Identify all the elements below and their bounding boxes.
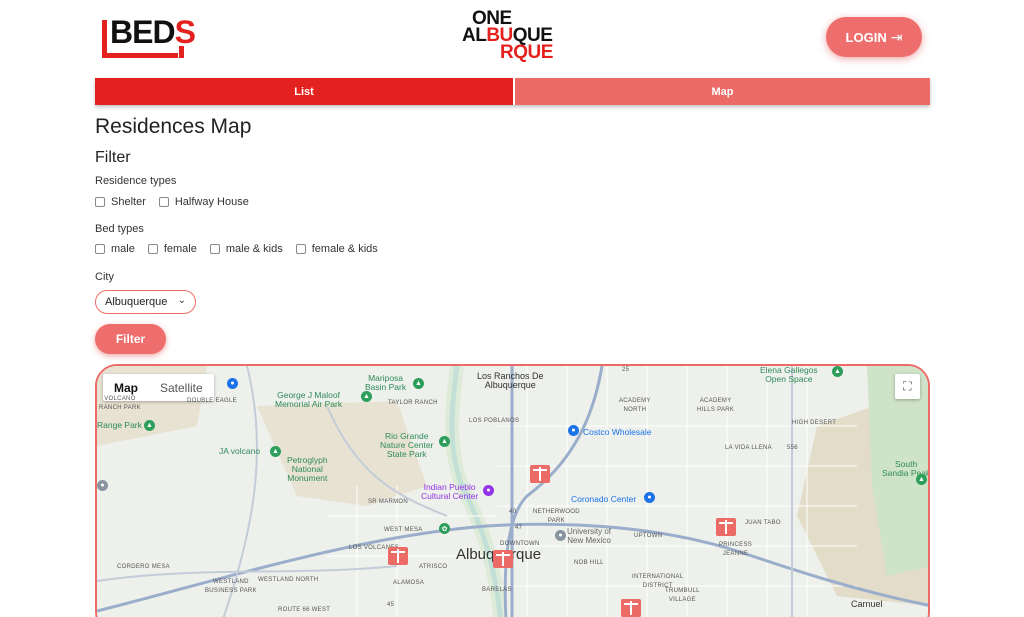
map-label-coronado: Coronado Center [571, 494, 637, 504]
residence-marker[interactable] [530, 465, 550, 483]
residence-marker[interactable] [493, 550, 513, 568]
bed-types-label: Bed types [95, 223, 144, 235]
one-albuquerque-logo: ONE ALBUQUE RQUE [462, 9, 564, 66]
map-label-route66: ROUTE 66 WEST [278, 607, 331, 613]
login-button[interactable]: LOGIN ⇥ [826, 17, 922, 57]
map-label-alamosa: ALAMOSA [393, 580, 425, 586]
residence-types-group: Shelter Halfway House [95, 196, 262, 208]
map-label-costco: Costco Wholesale [583, 427, 652, 437]
checkbox-box[interactable] [295, 244, 306, 254]
beds-logo[interactable]: BEDS [100, 14, 204, 62]
beds-logo-text: BEDS [110, 14, 196, 50]
park-poi-icon[interactable]: ▲ [916, 474, 927, 485]
map-label-taylor-ranch: TAYLOR RANCH [388, 400, 438, 406]
map-label-petroglyph: Petroglyph National Monument [287, 455, 328, 483]
park-poi-icon[interactable]: ▲ [144, 420, 155, 431]
map-label-barelas: BARELAS [482, 587, 512, 593]
checkbox-female[interactable]: female [147, 243, 197, 255]
map-label-netherwood: NETHERWOOD PARK [533, 509, 580, 524]
checkbox-box[interactable] [147, 244, 158, 254]
filter-title: Filter [95, 149, 131, 166]
shopping-poi-icon[interactable]: ● [644, 492, 655, 503]
checkbox-male-kids[interactable]: male & kids [209, 243, 283, 255]
map-label-double-eagle: DOUBLE EAGLE [187, 398, 237, 404]
map-label-west-mesa: WEST MESA [384, 527, 423, 533]
park-poi-icon[interactable]: ▲ [270, 446, 281, 457]
checkbox-halfway-house[interactable]: Halfway House [158, 196, 249, 208]
fullscreen-icon[interactable]: ⛶ [895, 374, 920, 399]
chevron-down-icon: ⌄ [177, 295, 186, 306]
map-label-ja-volcano: JA volcano [219, 446, 261, 456]
map-label-westland: WESTLAND BUSINESS PARK [205, 579, 257, 594]
location-poi-icon[interactable]: ● [97, 480, 108, 491]
map-label-mariposa: Mariposa Basin Park [365, 373, 407, 392]
map-label-rio-grande: Rio Grande Nature Center State Park [380, 431, 434, 459]
park-poi-icon[interactable]: ▲ [439, 436, 450, 447]
checkbox-box[interactable] [95, 197, 105, 207]
logo-line-3: RQUE [500, 42, 553, 63]
map-label-los-ranchos: Los Ranchos De Albuquerque [477, 371, 544, 390]
checkbox-box[interactable] [209, 244, 220, 254]
residence-marker[interactable] [388, 547, 408, 565]
city-select[interactable]: Albuquerque ⌄ [95, 290, 196, 314]
route-25-shield: 25 [622, 367, 630, 373]
checkbox-shelter[interactable]: Shelter [95, 196, 146, 208]
residence-types-label: Residence types [95, 175, 177, 187]
login-arrow-icon: ⇥ [890, 28, 903, 45]
school-poi-icon[interactable]: ● [555, 530, 566, 541]
page-title: Residences Map [95, 115, 252, 138]
tab-map[interactable]: Map [513, 78, 930, 105]
map-label-range-park: Range Park [97, 420, 142, 430]
map-label-carnuel: Carnuel [851, 599, 883, 609]
checkbox-box[interactable] [95, 244, 105, 254]
map-label-trumbull: TRUMBULL VILLAGE [665, 588, 700, 603]
map-label-princess-jeanne: PRINCESS JEANNE [719, 542, 753, 557]
map-label-uptown: UPTOWN [634, 533, 663, 539]
checkbox-female-kids[interactable]: female & kids [295, 243, 378, 255]
map-label-unm: University of New Mexico [567, 527, 612, 545]
map-label-la-vida-llena: LA VIDA LLENA [725, 445, 772, 451]
map-label-george: George J Maloof Memorial Air Park [275, 390, 343, 409]
route-556-shield: 556 [787, 445, 798, 451]
map-label-atrisco: ATRISCO [419, 564, 448, 570]
park-poi-icon[interactable]: ▲ [832, 366, 843, 377]
zoo-poi-icon[interactable]: ✿ [439, 523, 450, 534]
museum-poi-icon[interactable]: ● [483, 485, 494, 496]
map-label-juan-tabo: JUAN TABO [745, 520, 781, 526]
bed-types-group: male female male & kids female & kids [95, 243, 391, 255]
map-label-high-desert: HIGH DESERT [792, 420, 837, 426]
map-label-westland-north: WESTLAND NORTH [258, 577, 319, 583]
route-40-shield: 40 [509, 509, 517, 515]
map-label-elena: Elena Gallegos Open Space [760, 365, 818, 384]
view-tabs: List Map [95, 78, 930, 105]
login-label: LOGIN [845, 29, 887, 45]
city-select-value: Albuquerque [105, 296, 168, 308]
park-poi-icon[interactable]: ▲ [361, 391, 372, 402]
city-label: City [95, 271, 114, 283]
checkbox-box[interactable] [158, 197, 169, 207]
accessibility-poi-icon[interactable]: ● [227, 378, 238, 389]
map-view[interactable]: Map Satellite ⛶ Los Ranchos De Albuquerqu… [95, 364, 930, 617]
map-label-indian-pueblo: Indian Pueblo Cultural Center [421, 482, 479, 501]
map-label-nob-hill: NOB HILL [574, 560, 604, 566]
map-label-academy-hills: ACADEMY HILLS PARK [697, 398, 735, 413]
route-45-shield: 45 [387, 602, 395, 608]
checkbox-male[interactable]: male [95, 243, 135, 255]
residence-marker[interactable] [716, 518, 736, 536]
map-label-academy-north: ACADEMY NORTH [619, 398, 651, 413]
tab-list[interactable]: List [95, 78, 513, 105]
map-label-sr-marmon: SR MARMON [368, 499, 409, 505]
shopping-poi-icon[interactable]: ● [568, 425, 579, 436]
map-label-los-poblanos: LOS POBLANOS [469, 418, 520, 424]
map-label-cordero-mesa: CORDERO MESA [117, 564, 170, 570]
route-47-shield: 47 [515, 525, 523, 531]
map-label-volcano-ranch: VOLCANO RANCH PARK [99, 396, 141, 411]
park-poi-icon[interactable]: ▲ [413, 378, 424, 389]
residence-marker[interactable] [621, 599, 641, 617]
filter-button[interactable]: Filter [95, 324, 166, 354]
